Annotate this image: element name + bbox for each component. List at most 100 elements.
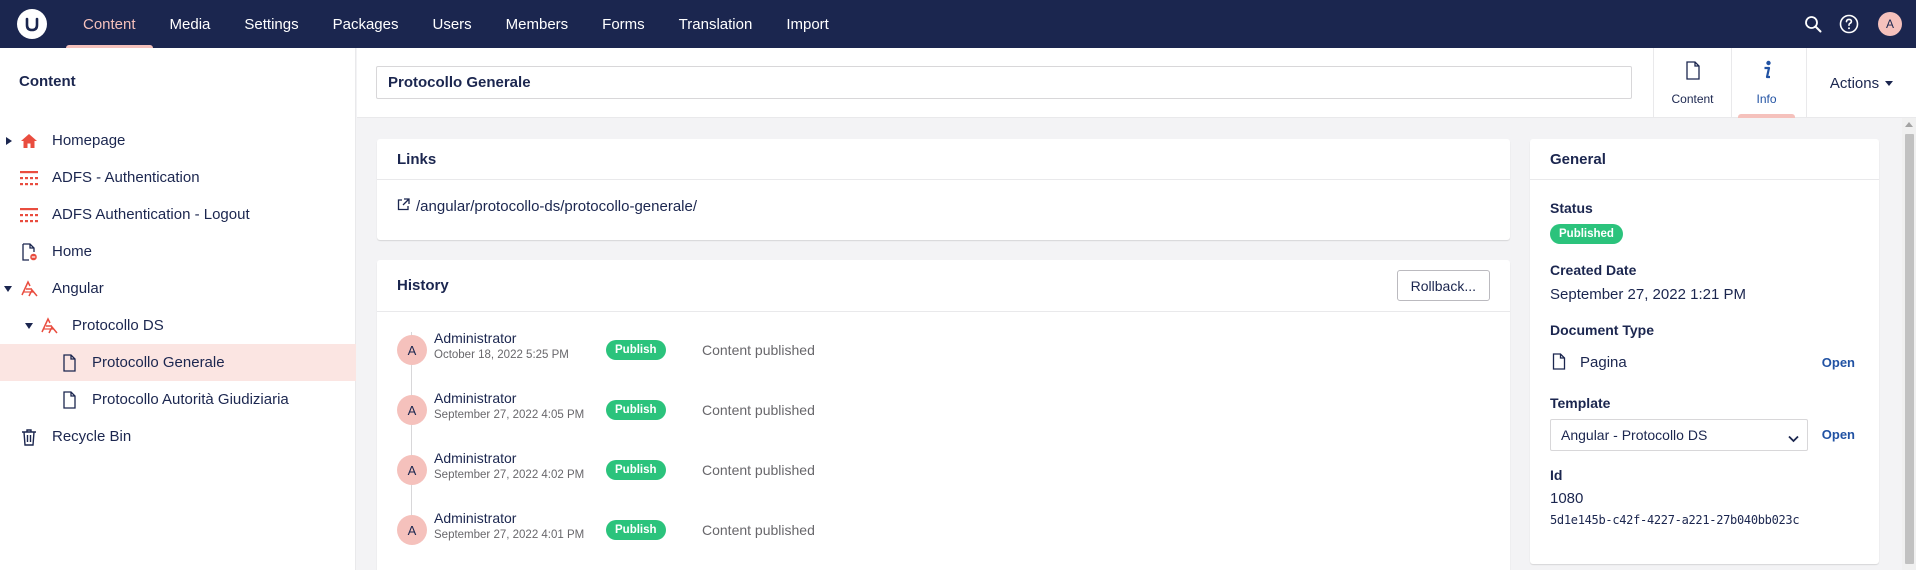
editor-header: Content Info Actions bbox=[357, 48, 1916, 118]
history-message: Content published bbox=[702, 462, 815, 478]
open-template-link[interactable]: Open bbox=[1822, 427, 1855, 442]
section-nav: Content Media Settings Packages Users Me… bbox=[66, 0, 846, 48]
document-icon bbox=[60, 353, 78, 372]
status-badge: Publish bbox=[606, 520, 666, 540]
history-message: Content published bbox=[702, 402, 815, 418]
tree-item-adfs-authentication[interactable]: ADFS - Authentication bbox=[0, 159, 356, 196]
angular-icon bbox=[20, 279, 38, 298]
nav-item-import[interactable]: Import bbox=[769, 0, 846, 48]
avatar: A bbox=[397, 335, 427, 365]
tree-item-protocollo-autorita-giudiziaria[interactable]: Protocollo Autorità Giudiziaria bbox=[0, 381, 356, 418]
content-tree-sidebar: Content Homepage ADFS - Authentication A… bbox=[0, 48, 356, 570]
history-panel: History Rollback... A Administrator Octo… bbox=[377, 260, 1510, 570]
status-badge: Published bbox=[1550, 224, 1623, 244]
node-url-text: /angular/protocollo-ds/protocollo-genera… bbox=[416, 198, 698, 215]
status-badge: Publish bbox=[606, 460, 666, 480]
created-date-value: September 27, 2022 1:21 PM bbox=[1550, 286, 1746, 303]
nav-item-packages[interactable]: Packages bbox=[316, 0, 416, 48]
top-navigation: Content Media Settings Packages Users Me… bbox=[0, 0, 1916, 48]
document-type-label: Document Type bbox=[1550, 322, 1654, 338]
caret-down-icon[interactable] bbox=[3, 284, 13, 294]
tree-item-label: Homepage bbox=[52, 132, 126, 149]
tab-info[interactable]: Info bbox=[1731, 48, 1801, 118]
nav-item-members[interactable]: Members bbox=[489, 0, 586, 48]
template-selected-value: Angular - Protocollo DS bbox=[1561, 427, 1708, 443]
nav-item-content[interactable]: Content bbox=[66, 0, 153, 48]
caret-down-icon[interactable] bbox=[24, 321, 34, 331]
user-avatar[interactable]: A bbox=[1878, 12, 1902, 36]
node-url-link[interactable]: /angular/protocollo-ds/protocollo-genera… bbox=[397, 198, 697, 215]
template-select[interactable]: Angular - Protocollo DS bbox=[1550, 419, 1808, 451]
node-name-input[interactable] bbox=[376, 66, 1632, 99]
nav-item-settings[interactable]: Settings bbox=[227, 0, 315, 48]
history-entry: A Administrator September 27, 2022 4:05 … bbox=[397, 390, 997, 430]
history-date: September 27, 2022 4:01 PM bbox=[434, 529, 585, 541]
caret-right-icon[interactable] bbox=[4, 136, 14, 146]
links-title: Links bbox=[377, 139, 1510, 180]
help-icon[interactable] bbox=[1838, 13, 1860, 35]
tab-content[interactable]: Content bbox=[1653, 48, 1731, 118]
status-badge: Publish bbox=[606, 400, 666, 420]
links-panel: Links /angular/protocollo-ds/protocollo-… bbox=[377, 139, 1510, 240]
angular-icon bbox=[40, 316, 58, 335]
nav-item-media[interactable]: Media bbox=[153, 0, 228, 48]
nav-item-translation[interactable]: Translation bbox=[662, 0, 770, 48]
tree-item-label: Protocollo Generale bbox=[92, 354, 225, 371]
tab-label: Info bbox=[1756, 92, 1777, 106]
external-link-icon bbox=[397, 198, 416, 215]
history-title: History bbox=[377, 260, 1510, 312]
history-message: Content published bbox=[702, 342, 815, 358]
grid-dots-icon bbox=[20, 169, 38, 187]
guid-value: 5d1e145b-c42f-4227-a221-27b040bb023c bbox=[1550, 513, 1800, 527]
status-label: Status bbox=[1550, 200, 1593, 216]
tree-item-recycle-bin[interactable]: Recycle Bin bbox=[0, 418, 356, 455]
tree-item-angular[interactable]: Angular bbox=[0, 270, 356, 307]
avatar: A bbox=[397, 455, 427, 485]
history-entry: A Administrator October 18, 2022 5:25 PM… bbox=[397, 330, 997, 370]
main-scrollbar[interactable] bbox=[1902, 118, 1916, 570]
tree-item-home[interactable]: Home bbox=[0, 233, 356, 270]
scroll-up-icon[interactable] bbox=[1905, 122, 1913, 127]
avatar: A bbox=[397, 395, 427, 425]
document-unpublished-icon bbox=[20, 242, 38, 261]
tree-item-label: Recycle Bin bbox=[52, 428, 132, 445]
tree-item-label: Home bbox=[52, 243, 93, 260]
nav-item-forms[interactable]: Forms bbox=[585, 0, 662, 48]
created-date-label: Created Date bbox=[1550, 262, 1637, 278]
document-icon bbox=[60, 390, 78, 409]
trash-icon bbox=[20, 428, 38, 446]
tree-item-homepage[interactable]: Homepage bbox=[0, 122, 356, 159]
history-user: Administrator bbox=[434, 390, 517, 406]
id-value: 1080 bbox=[1550, 490, 1584, 507]
nav-item-users[interactable]: Users bbox=[415, 0, 488, 48]
rollback-button[interactable]: Rollback... bbox=[1396, 270, 1490, 301]
tree-item-protocollo-ds[interactable]: Protocollo DS bbox=[0, 307, 356, 344]
history-user: Administrator bbox=[434, 450, 517, 466]
actions-label: Actions bbox=[1829, 74, 1880, 92]
history-date: October 18, 2022 5:25 PM bbox=[434, 349, 569, 361]
caret-down-icon bbox=[1885, 80, 1894, 86]
tree-item-label: Angular bbox=[52, 280, 104, 297]
general-panel: General Status Published Created Date Se… bbox=[1530, 139, 1879, 564]
tree-item-label: Protocollo DS bbox=[72, 317, 164, 334]
top-right-tools: A bbox=[1802, 0, 1916, 48]
info-icon bbox=[1761, 60, 1773, 84]
history-entry: A Administrator September 27, 2022 4:01 … bbox=[397, 510, 997, 550]
chevron-down-icon bbox=[1788, 430, 1799, 446]
umbraco-logo-icon[interactable] bbox=[17, 9, 47, 39]
history-user: Administrator bbox=[434, 330, 517, 346]
tree-item-protocollo-generale[interactable]: Protocollo Generale bbox=[0, 344, 356, 381]
general-title: General bbox=[1530, 139, 1879, 180]
document-icon bbox=[1552, 353, 1566, 374]
scrollbar-thumb[interactable] bbox=[1905, 134, 1914, 564]
tab-label: Content bbox=[1671, 91, 1714, 106]
template-label: Template bbox=[1550, 395, 1611, 411]
tree-item-label: ADFS Authentication - Logout bbox=[52, 206, 250, 223]
tree-item-adfs-logout[interactable]: ADFS Authentication - Logout bbox=[0, 196, 356, 233]
sidebar-title: Content bbox=[19, 73, 76, 90]
tree-item-label: Protocollo Autorità Giudiziaria bbox=[92, 391, 289, 408]
actions-button[interactable]: Actions bbox=[1806, 48, 1916, 118]
open-document-type-link[interactable]: Open bbox=[1822, 355, 1855, 370]
search-icon[interactable] bbox=[1802, 13, 1824, 35]
avatar: A bbox=[397, 515, 427, 545]
